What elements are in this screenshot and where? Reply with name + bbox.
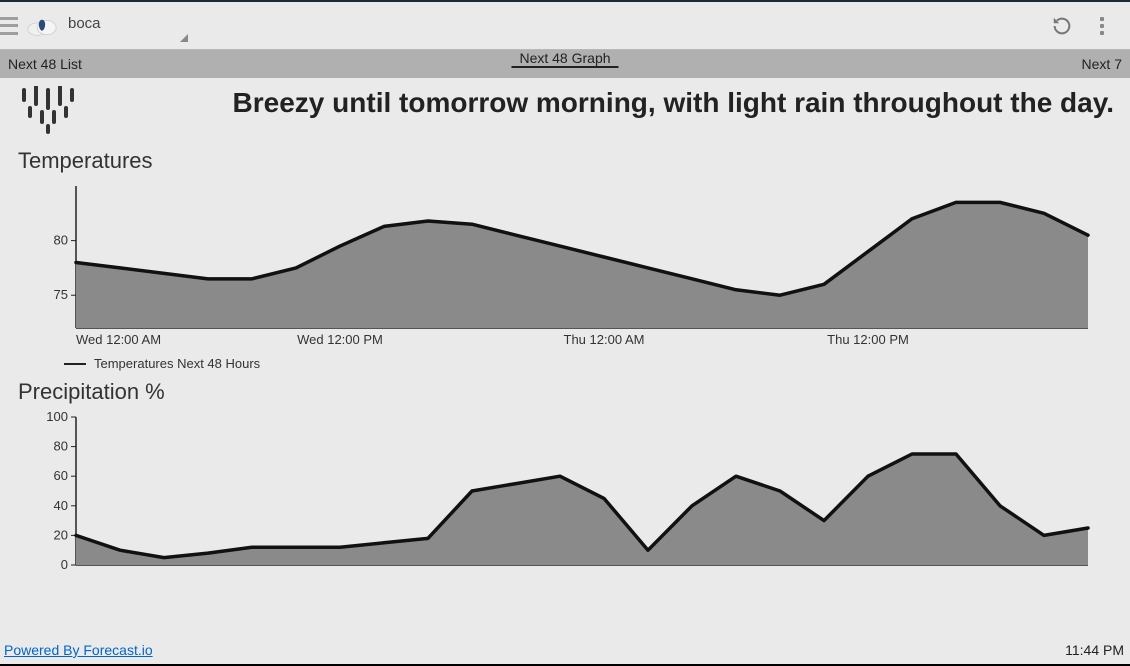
tab-next7[interactable]: Next 7 xyxy=(1074,50,1130,78)
powered-by-link[interactable]: Powered By Forecast.io xyxy=(4,642,153,658)
precipitation-chart: 0 20 40 60 80 100 xyxy=(36,411,1106,571)
tab-next48-list[interactable]: Next 48 List xyxy=(0,50,90,78)
precipitation-title: Precipitation % xyxy=(18,379,1116,405)
svg-text:20: 20 xyxy=(54,527,68,542)
tab-next48-graph[interactable]: Next 48 Graph xyxy=(511,50,618,68)
legend-line-icon xyxy=(64,363,86,365)
svg-text:Thu 12:00 PM: Thu 12:00 PM xyxy=(827,332,909,347)
footer: Powered By Forecast.io 11:44 PM xyxy=(4,642,1124,658)
svg-text:100: 100 xyxy=(46,411,68,424)
svg-text:60: 60 xyxy=(54,468,68,483)
menu-icon[interactable] xyxy=(0,17,18,35)
legend-temp-label: Temperatures Next 48 Hours xyxy=(94,356,260,371)
svg-text:Wed 12:00 PM: Wed 12:00 PM xyxy=(297,332,383,347)
svg-text:75: 75 xyxy=(54,287,68,302)
location-spinner[interactable]: boca xyxy=(68,10,188,42)
temperatures-chart: 75 80 Wed 12:00 AM Wed 12:00 PM Thu 12:00 AM… xyxy=(36,180,1106,350)
svg-text:80: 80 xyxy=(54,439,68,454)
refresh-icon xyxy=(1051,15,1073,37)
temperatures-legend: Temperatures Next 48 Hours xyxy=(64,356,1116,371)
overflow-icon xyxy=(1100,17,1104,35)
tab-bar: Next 48 List Next 48 Graph Next 7 xyxy=(0,50,1130,78)
location-text: boca xyxy=(68,15,101,42)
refresh-button[interactable] xyxy=(1042,6,1082,46)
content-area: Breezy until tomorrow morning, with ligh… xyxy=(0,78,1130,571)
svg-text:0: 0 xyxy=(61,557,68,571)
dropdown-arrow-icon xyxy=(180,34,188,42)
temperatures-title: Temperatures xyxy=(18,148,1116,174)
svg-text:40: 40 xyxy=(54,498,68,513)
svg-text:80: 80 xyxy=(54,233,68,248)
current-time: 11:44 PM xyxy=(1065,642,1124,658)
app-cloud-icon xyxy=(26,15,58,37)
forecast-summary: Breezy until tomorrow morning, with ligh… xyxy=(102,86,1116,120)
toolbar: boca xyxy=(0,2,1130,50)
svg-text:Thu 12:00 AM: Thu 12:00 AM xyxy=(564,332,645,347)
svg-text:Wed 12:00 AM: Wed 12:00 AM xyxy=(76,332,161,347)
light-rain-icon xyxy=(14,86,84,136)
overflow-menu-button[interactable] xyxy=(1082,6,1122,46)
